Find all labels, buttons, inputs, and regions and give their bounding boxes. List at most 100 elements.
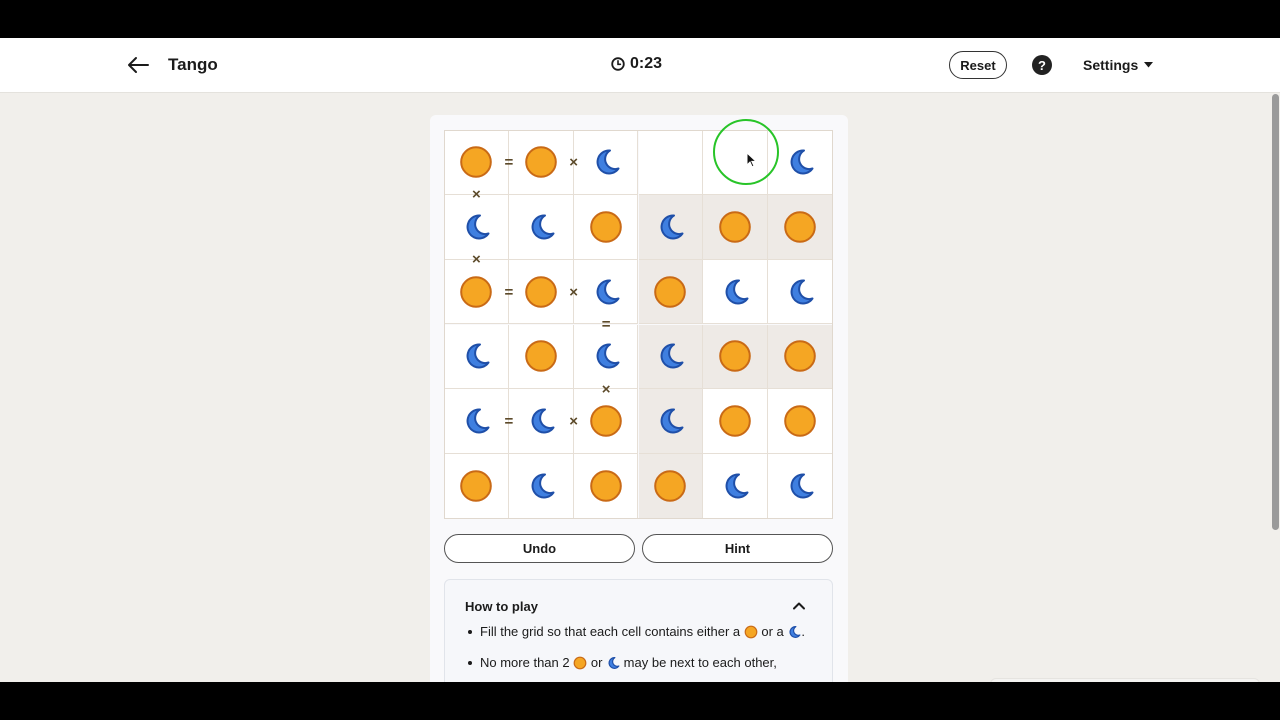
cell-r3-c3[interactable] [573, 259, 639, 325]
cell-r1-c4[interactable] [638, 130, 704, 195]
moon-icon [720, 277, 750, 307]
reset-button[interactable]: Reset [949, 51, 1007, 79]
cell-r5-c3[interactable] [573, 389, 639, 455]
back-button[interactable] [124, 51, 152, 79]
undo-button[interactable]: Undo [444, 534, 635, 563]
sun-icon [460, 275, 492, 308]
equal-constraint: = [504, 153, 514, 171]
rule-text: . [801, 624, 806, 639]
side-panel-edge [990, 678, 1260, 682]
sun-icon [719, 210, 752, 243]
equal-constraint: = [504, 413, 514, 431]
cell-r4-c4[interactable] [638, 324, 704, 390]
opposite-constraint: × [472, 186, 481, 204]
opposite-constraint: × [601, 380, 611, 398]
moon-icon [461, 406, 491, 436]
cell-r5-c1[interactable] [444, 389, 509, 455]
hint-button[interactable]: Hint [642, 534, 833, 563]
sun-icon [719, 405, 752, 438]
moon-icon [655, 212, 685, 242]
opposite-constraint: × [569, 153, 579, 171]
cell-r6-c2[interactable] [508, 454, 574, 519]
caret-down-icon [1144, 62, 1154, 68]
cell-r5-c5[interactable] [703, 389, 769, 455]
cell-r6-c6[interactable] [768, 454, 833, 519]
sun-icon [460, 470, 492, 502]
cell-r3-c5[interactable] [703, 259, 769, 325]
cell-r3-c2[interactable] [508, 259, 574, 325]
sun-icon [744, 625, 758, 643]
cell-r4-c1[interactable] [444, 324, 509, 390]
cell-r1-c6[interactable] [768, 130, 833, 195]
cell-r6-c4[interactable] [638, 454, 704, 519]
sun-icon [524, 146, 557, 178]
moon-icon [526, 212, 556, 242]
cell-r4-c5[interactable] [703, 324, 769, 390]
cell-r3-c6[interactable] [768, 259, 833, 325]
sun-icon [524, 275, 557, 308]
how-to-play-title: How to play [465, 599, 538, 614]
sun-icon [784, 340, 816, 373]
cell-r6-c1[interactable] [444, 454, 509, 519]
help-icon[interactable]: ? [1032, 55, 1052, 75]
cell-r1-c1[interactable] [444, 130, 509, 195]
cell-r5-c6[interactable] [768, 389, 833, 455]
sun-icon [524, 340, 557, 373]
cell-r3-c1[interactable] [444, 259, 509, 325]
moon-icon [526, 471, 556, 501]
cell-r1-c3[interactable] [573, 130, 639, 195]
game-page: Tango 0:23 Reset ? Settings = × = × = × × × = × U… [0, 38, 1280, 682]
rule-text: No more than 2 [480, 655, 570, 670]
tango-board: = × = × = × × × = × [444, 130, 833, 519]
cell-r4-c6[interactable] [768, 324, 833, 390]
cell-r1-c5[interactable] [703, 130, 769, 195]
moon-icon [461, 341, 491, 371]
sun-icon [573, 656, 587, 674]
cell-r5-c4[interactable] [638, 389, 704, 455]
equal-constraint: = [601, 316, 611, 333]
rule-item: No more than 2 or may be next to each ot… [467, 655, 807, 674]
sun-icon [654, 470, 687, 502]
cell-r6-c5[interactable] [703, 454, 769, 519]
how-to-play-panel: How to play Fill the grid so that each c… [444, 579, 833, 682]
sun-icon [460, 146, 492, 178]
cell-r2-c4[interactable] [638, 194, 704, 260]
settings-menu[interactable]: Settings [1083, 57, 1154, 73]
moon-icon [591, 147, 621, 177]
equal-constraint: = [504, 283, 514, 301]
timer-value: 0:23 [630, 55, 663, 72]
cell-r1-c2[interactable] [508, 130, 574, 195]
moon-icon [787, 625, 801, 643]
moon-icon [655, 406, 685, 436]
cell-r2-c2[interactable] [508, 194, 574, 260]
moon-icon [526, 406, 556, 436]
sun-icon [784, 405, 816, 438]
cell-r4-c2[interactable] [508, 324, 574, 390]
sun-icon [589, 210, 622, 243]
top-bar: Tango 0:23 Reset ? Settings [0, 38, 1280, 93]
collapse-chevron-icon[interactable] [791, 598, 807, 614]
cell-r5-c2[interactable] [508, 389, 574, 455]
scrollbar-thumb[interactable] [1272, 94, 1279, 530]
cell-r3-c4[interactable] [638, 259, 704, 325]
moon-icon [461, 212, 491, 242]
rules-list: Fill the grid so that each cell contains… [467, 624, 807, 682]
sun-icon [589, 470, 622, 502]
cell-r2-c5[interactable] [703, 194, 769, 260]
moon-icon [785, 277, 815, 307]
rule-item: Fill the grid so that each cell contains… [467, 624, 807, 643]
rule-text: Fill the grid so that each cell contains… [480, 624, 741, 639]
rule-text: or [590, 655, 603, 670]
cell-r2-c3[interactable] [573, 194, 639, 260]
settings-label: Settings [1083, 57, 1139, 73]
cell-r4-c3[interactable] [573, 324, 639, 390]
cell-r6-c3[interactable] [573, 454, 639, 519]
cell-r2-c1[interactable] [444, 194, 509, 260]
game-title: Tango [168, 55, 218, 74]
sun-icon [784, 210, 816, 243]
cell-r2-c6[interactable] [768, 194, 833, 260]
rule-text: may be next to each other, [623, 655, 777, 670]
moon-icon [591, 277, 621, 307]
moon-icon [720, 471, 750, 501]
rule-text: or a [761, 624, 784, 639]
